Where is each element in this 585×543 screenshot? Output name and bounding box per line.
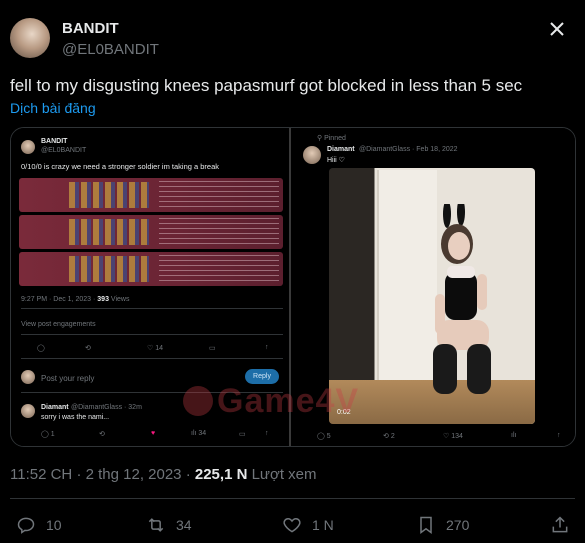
embedded-video: 0:02: [329, 168, 535, 424]
share-icon: [552, 516, 568, 533]
pinned-label: ⚲ Pinned: [317, 135, 346, 142]
reply-placeholder: Post your reply: [41, 374, 95, 383]
reply-count: ◯ 5: [317, 433, 331, 440]
tweet-media[interactable]: BANDIT @EL0BANDIT 0/10/0 is crazy we nee…: [10, 127, 576, 447]
bookmark-icon: ▭: [209, 345, 216, 352]
avatar: [303, 146, 321, 164]
watermark-logo-icon: [183, 386, 213, 416]
repost-count: 34: [176, 517, 192, 533]
reply-icon: ◯: [37, 345, 45, 352]
match-row: [19, 252, 283, 286]
like-count: ♡ 134: [443, 433, 463, 440]
reply-like-count: ılı 34: [191, 430, 207, 437]
repost-icon: ⟲: [99, 431, 105, 438]
meta-separator: ·: [76, 466, 82, 483]
reply-handle: @DiamantGlass · 32m: [71, 404, 142, 411]
tweet-text: fell to my disgusting knees papasmurf go…: [10, 76, 523, 95]
close-icon[interactable]: [547, 19, 567, 39]
reply-icon: [17, 517, 35, 534]
reply-button[interactable]: 10: [16, 512, 62, 538]
repost-count: ⟲ 2: [383, 433, 395, 440]
tweet-time[interactable]: 11:52 CH: [10, 466, 72, 483]
repost-icon: [148, 518, 164, 532]
meta-separator: ·: [185, 466, 191, 483]
repost-button[interactable]: 34: [146, 512, 192, 538]
translate-link[interactable]: Dịch bài đăng: [10, 100, 96, 116]
embedded-author-handle: @EL0BANDIT: [41, 147, 87, 154]
reply-count: 10: [46, 517, 62, 533]
bookmark-icon: ▭: [239, 431, 246, 438]
watermark: Game4V: [217, 382, 360, 420]
tweet-meta: 11:52 CH · 2 thg 12, 2023 · 225,1 N Lượt…: [10, 466, 317, 483]
avatar: [21, 370, 35, 384]
embedded-author-name: BANDIT: [41, 138, 68, 145]
views-label: Lượt xem: [251, 466, 317, 483]
embedded-timestamp: 9:27 PM · Dec 1, 2023 · 393 Views: [21, 296, 130, 303]
like-count: 1 N: [312, 517, 334, 533]
share-icon: ↑: [557, 432, 561, 439]
reply-text: sorry i was the nami...: [41, 414, 110, 421]
person-figure: [433, 204, 491, 394]
share-icon: ↑: [265, 430, 269, 437]
like-count: ♡ 14: [147, 345, 164, 352]
repost-icon: ⟲: [85, 345, 91, 352]
share-icon: ↑: [265, 344, 269, 351]
like-icon: ♥: [151, 430, 156, 437]
views-count: 225,1 N: [194, 466, 248, 483]
share-button[interactable]: [550, 512, 570, 538]
tweet-header: BANDIT @EL0BANDIT: [10, 16, 575, 64]
match-row: [19, 215, 283, 249]
embedded-author-name: Diamant: [327, 146, 355, 153]
heart-icon: [283, 517, 301, 533]
bookmark-count: 270: [446, 517, 470, 533]
reply-reply-count: ◯ 1: [41, 431, 55, 438]
embedded-author-handle: @DiamantGlass · Feb 18, 2022: [359, 146, 458, 153]
views-icon: ılı: [511, 432, 517, 439]
like-button[interactable]: 1 N: [282, 512, 334, 538]
author-handle[interactable]: @EL0BANDIT: [62, 41, 159, 58]
tweet-actions: 10 34 1 N 270: [0, 512, 585, 538]
bookmark-icon: [420, 516, 432, 534]
reply-author: Diamant: [41, 404, 69, 411]
avatar: [21, 140, 35, 154]
embedded-tweet-text: Hiii ♡: [327, 157, 345, 164]
view-engagements-link: View post engagements: [21, 321, 96, 328]
avatar: [21, 404, 35, 418]
divider: [10, 498, 575, 499]
bookmark-button[interactable]: 270: [416, 512, 469, 538]
embedded-tweet-text: 0/10/0 is crazy we need a stronger soldi…: [21, 162, 220, 171]
match-row: [19, 178, 283, 212]
tweet-date[interactable]: 2 thg 12, 2023: [86, 466, 182, 483]
author-name[interactable]: BANDIT: [62, 20, 119, 37]
avatar[interactable]: [10, 18, 50, 58]
